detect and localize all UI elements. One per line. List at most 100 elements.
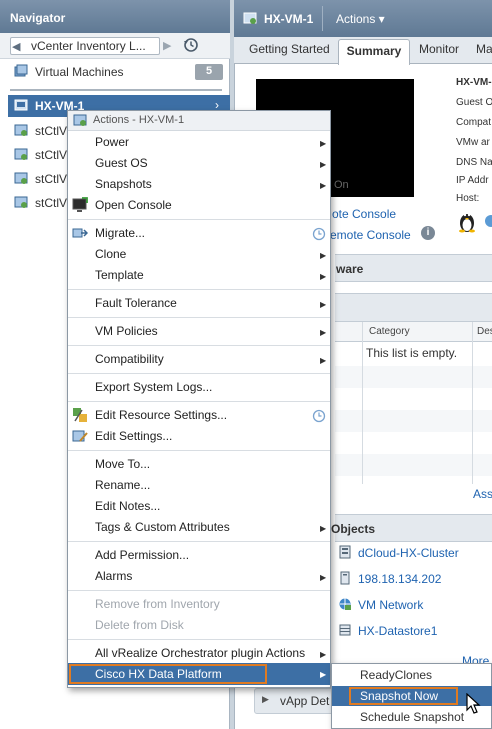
menu-separator (68, 590, 330, 591)
tags-panel-header (335, 293, 492, 322)
migrate-icon (72, 228, 88, 238)
submenu-arrow-icon: ▶ (320, 160, 327, 169)
tree-item-label: stCtlV (35, 196, 68, 210)
related-cluster-link[interactable]: dCloud-HX-Cluster (358, 546, 459, 560)
menu-separator (68, 541, 330, 542)
menu-item-tags-custom-attributes[interactable]: Tags & Custom Attributes (95, 520, 230, 534)
history-icon[interactable] (183, 37, 199, 53)
tree-item-label: stCtlV (35, 124, 68, 138)
host-icon (340, 571, 350, 585)
menu-separator (68, 401, 330, 402)
submenu-arrow-icon: ▶ (320, 670, 327, 679)
column-divider (472, 322, 473, 484)
launch-remote-console-link[interactable]: emote Console (330, 228, 411, 242)
info-icon[interactable]: i (421, 226, 435, 240)
menu-item-power[interactable]: Power (95, 135, 129, 149)
menu-separator (68, 317, 330, 318)
tree-item[interactable]: stCtlV (14, 193, 74, 211)
menu-item-migrate[interactable]: Migrate... (95, 226, 145, 240)
mouse-cursor-icon (466, 693, 481, 714)
menu-item-move-to[interactable]: Move To... (95, 457, 150, 471)
related-host-link[interactable]: 198.18.134.202 (358, 572, 441, 586)
related-network-link[interactable]: VM Network (358, 598, 423, 612)
summary-label: DNS Na (456, 157, 492, 168)
menu-item-edit-resource-settings[interactable]: Edit Resource Settings... (95, 408, 227, 422)
vm-icon (14, 172, 28, 184)
related-objects-title: Objects (331, 522, 376, 536)
menu-item-rename[interactable]: Rename... (95, 478, 150, 492)
table-row (335, 410, 492, 432)
tab-manage[interactable]: Ma (476, 42, 492, 56)
tab-getting-started[interactable]: Getting Started (249, 42, 330, 56)
menu-item-edit-settings[interactable]: Edit Settings... (95, 429, 172, 443)
console-icon (72, 197, 88, 212)
tree-item[interactable]: stCtlV (14, 121, 74, 139)
breadcrumb-button[interactable]: vCenter Inventory L... (10, 37, 160, 55)
menu-item-remove-from-inventory: Remove from Inventory (95, 597, 220, 611)
submenu-arrow-icon: ▶ (320, 524, 327, 533)
vmware-tools-icon (485, 215, 492, 227)
menu-item-schedule-snapshot[interactable]: Schedule Snapshot (360, 710, 464, 724)
tab-summary[interactable]: Summary (338, 39, 410, 65)
power-state-label: On (334, 179, 349, 191)
submenu-arrow-icon: ▶ (320, 300, 327, 309)
table-row (335, 454, 492, 476)
menu-separator (68, 345, 330, 346)
menu-separator (68, 639, 330, 640)
menu-item-export-logs[interactable]: Export System Logs... (95, 380, 212, 394)
vm-icon (14, 148, 28, 160)
menu-item-readyclones[interactable]: ReadyClones (360, 668, 432, 682)
tree-item-label: stCtlV (35, 148, 68, 162)
schedule-clock-icon[interactable] (312, 227, 326, 241)
summary-label: VMw ar (456, 137, 490, 148)
menu-item-template[interactable]: Template (95, 268, 144, 282)
network-icon (339, 598, 351, 610)
submenu-arrow-icon: ▶ (320, 328, 327, 337)
menu-item-vm-policies[interactable]: VM Policies (95, 324, 158, 338)
menu-item-alarms[interactable]: Alarms (95, 569, 132, 583)
vm-icon (243, 12, 257, 24)
cisco-hx-label: Cisco HX Data Platform (95, 667, 222, 681)
schedule-clock-icon[interactable] (312, 409, 326, 423)
expand-arrow-icon: ▶ (262, 694, 269, 704)
tree-item[interactable]: stCtlV (14, 145, 74, 163)
menu-item-guest-os[interactable]: Guest OS (95, 156, 148, 170)
menu-item-open-console[interactable]: Open Console (95, 198, 172, 212)
menu-item-vrealize-orchestrator-actions[interactable]: All vRealize Orchestrator plugin Actions (95, 646, 305, 660)
column-header-description[interactable]: Des (477, 326, 492, 337)
summary-vm-name: HX-VM- (456, 77, 492, 88)
menu-item-fault-tolerance[interactable]: Fault Tolerance (95, 296, 177, 310)
virtual-machines-count-badge: 5 (195, 64, 223, 80)
related-datastore-link[interactable]: HX-Datastore1 (358, 624, 437, 638)
assign-link[interactable]: Ass (473, 487, 492, 501)
virtual-machines-label: Virtual Machines (35, 65, 124, 79)
menu-item-edit-notes[interactable]: Edit Notes... (95, 499, 160, 513)
submenu-arrow-icon: ▶ (320, 251, 327, 260)
column-header-category[interactable]: Category (369, 326, 410, 337)
table-row (335, 366, 492, 388)
empty-list-message: This list is empty. (366, 346, 458, 360)
submenu-arrow-icon: ▶ (320, 356, 327, 365)
menu-item-delete-from-disk: Delete from Disk (95, 618, 184, 632)
forward-arrow-icon[interactable]: ▶ (163, 39, 175, 53)
context-menu-title: Actions - HX-VM-1 (93, 114, 185, 126)
vm-icon (14, 99, 28, 111)
menu-separator (68, 450, 330, 451)
tree-item[interactable]: stCtlV (14, 169, 74, 187)
submenu-arrow-icon: ▶ (320, 573, 327, 582)
menu-item-add-permission[interactable]: Add Permission... (95, 548, 189, 562)
actions-dropdown[interactable]: Actions ▾ (336, 12, 385, 26)
menu-item-compatibility[interactable]: Compatibility (95, 352, 164, 366)
datastore-icon (339, 624, 351, 636)
launch-console-link[interactable]: ote Console (332, 207, 396, 221)
summary-label: Guest O (456, 97, 492, 108)
edit-settings-icon (72, 430, 88, 442)
menu-separator (68, 373, 330, 374)
menu-item-snapshots[interactable]: Snapshots (95, 177, 152, 191)
menu-separator (68, 219, 330, 220)
table-header (335, 322, 492, 342)
linux-icon (459, 213, 475, 233)
vm-icon (14, 196, 28, 208)
tab-monitor[interactable]: Monitor (419, 42, 459, 56)
menu-item-clone[interactable]: Clone (95, 247, 126, 261)
